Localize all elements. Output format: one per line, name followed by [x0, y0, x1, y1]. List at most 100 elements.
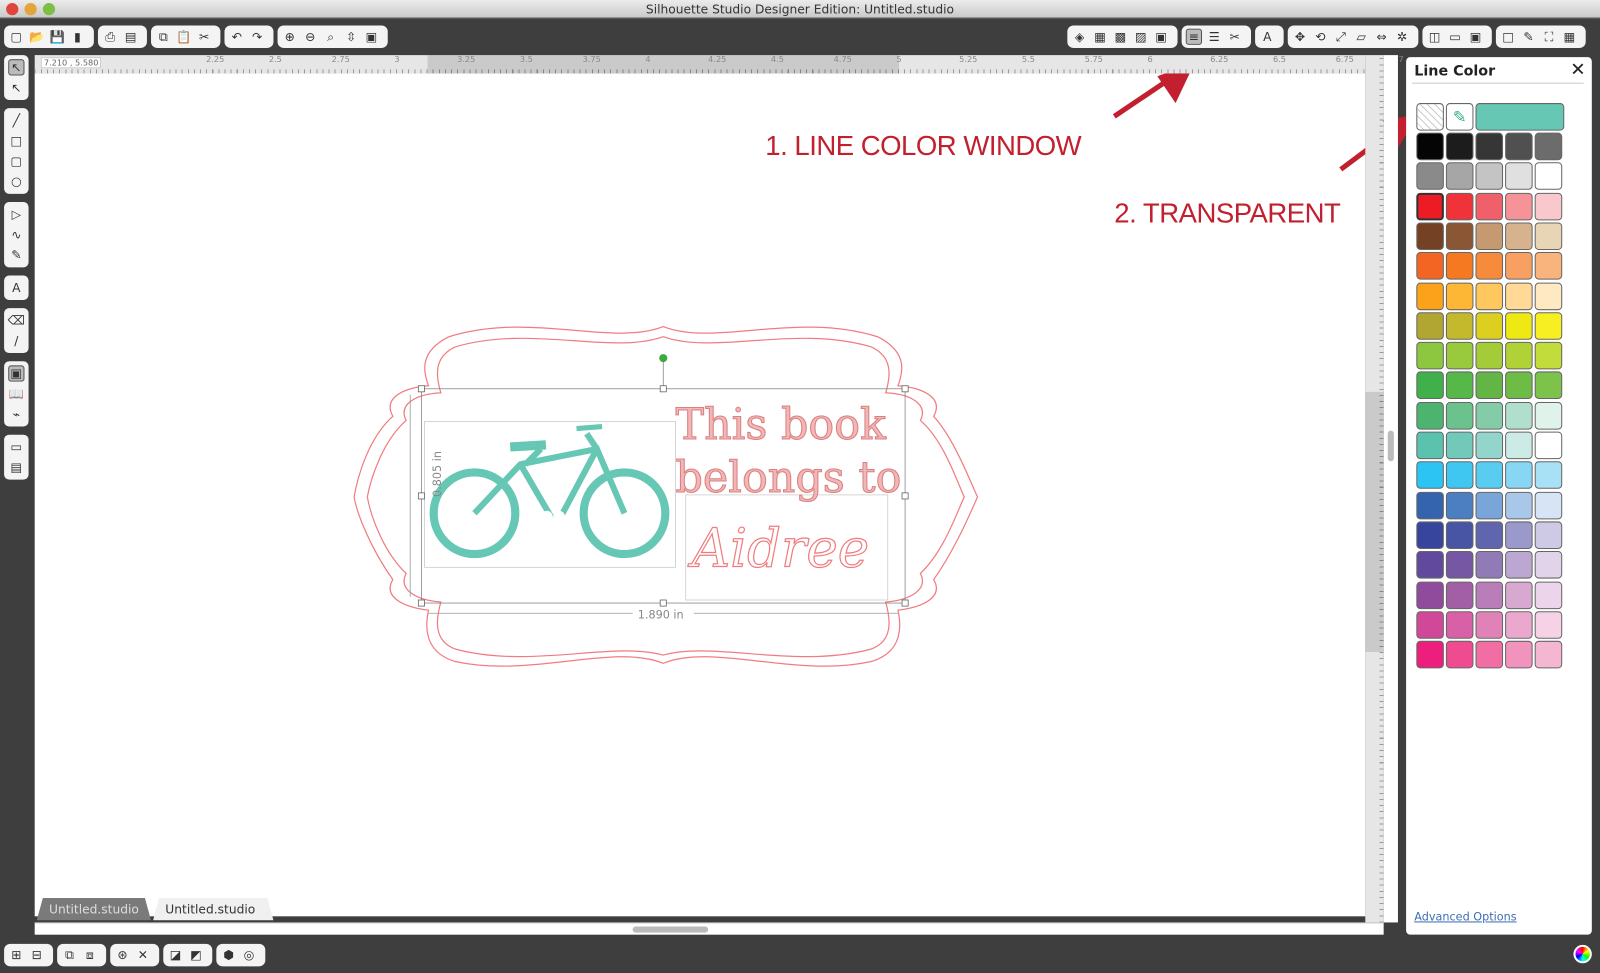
color-swatch[interactable]: [1505, 162, 1533, 191]
zoom-select-icon[interactable]: ⌕: [322, 29, 338, 45]
color-swatch[interactable]: [1416, 551, 1444, 579]
color-swatch[interactable]: [1534, 461, 1563, 490]
tab-untitled-2[interactable]: Untitled.studio ✕: [153, 898, 273, 920]
color-swatch[interactable]: [1505, 401, 1533, 430]
save-to-library-icon[interactable]: ▮: [69, 29, 85, 45]
color-swatch[interactable]: [1416, 521, 1444, 549]
color-swatch[interactable]: [1445, 371, 1474, 400]
color-swatch[interactable]: [1416, 371, 1444, 400]
color-swatch[interactable]: [1416, 611, 1444, 639]
fill-color-icon[interactable]: ◈: [1071, 29, 1087, 45]
color-swatch[interactable]: [1534, 162, 1563, 191]
vertical-scroll-thumb[interactable]: [1387, 430, 1394, 462]
color-swatch[interactable]: [1445, 521, 1474, 549]
compound-icon[interactable]: ⧉: [61, 947, 77, 963]
color-swatch[interactable]: [1416, 162, 1444, 191]
color-swatch[interactable]: [1445, 461, 1474, 490]
horizontal-scroll-thumb[interactable]: [632, 926, 709, 933]
color-swatch[interactable]: [1505, 640, 1533, 669]
replicate-icon[interactable]: ✲: [1394, 29, 1410, 45]
color-swatch[interactable]: [1416, 341, 1444, 370]
color-swatch[interactable]: [1416, 282, 1444, 310]
color-swatch[interactable]: [1445, 252, 1474, 280]
color-swatch[interactable]: [1534, 521, 1563, 549]
new-document-icon[interactable]: ▢: [8, 29, 24, 45]
close-window-button[interactable]: [6, 3, 19, 16]
color-swatch[interactable]: [1534, 252, 1563, 280]
color-swatch[interactable]: [1445, 401, 1474, 430]
line-tool-icon[interactable]: ╱: [8, 112, 24, 128]
ungroup-icon[interactable]: ⊟: [29, 947, 45, 963]
sketch-icon[interactable]: ✎: [1520, 29, 1536, 45]
color-swatch[interactable]: [1475, 222, 1504, 250]
color-swatch[interactable]: [1534, 491, 1563, 519]
color-swatch[interactable]: [1505, 581, 1533, 609]
rectangle-tool-icon[interactable]: □: [8, 133, 24, 149]
color-swatch[interactable]: [1505, 491, 1533, 519]
color-swatch[interactable]: [1505, 431, 1533, 460]
color-swatch[interactable]: [1445, 581, 1474, 609]
color-swatch[interactable]: [1416, 312, 1444, 340]
fill-pattern2-icon[interactable]: ▨: [1133, 29, 1149, 45]
color-swatch[interactable]: [1505, 551, 1533, 579]
color-swatch[interactable]: [1534, 640, 1563, 669]
trace-icon[interactable]: ◫: [1427, 29, 1443, 45]
line-color-icon[interactable]: ≡: [1185, 28, 1203, 45]
panel-icon[interactable]: ▭: [8, 439, 24, 455]
color-swatch[interactable]: [1534, 371, 1563, 400]
color-swatch[interactable]: [1416, 401, 1444, 430]
color-swatch[interactable]: [1445, 431, 1474, 460]
vertical-scrollbar[interactable]: [1383, 55, 1398, 923]
offset-icon[interactable]: ▭: [1447, 29, 1463, 45]
text-tool-icon[interactable]: A: [8, 280, 24, 296]
cut-icon[interactable]: ✂: [196, 29, 212, 45]
color-swatch[interactable]: [1416, 192, 1444, 220]
design-view-icon[interactable]: ▣: [8, 365, 25, 382]
color-swatch[interactable]: [1416, 431, 1444, 460]
page-setup-icon[interactable]: □: [1500, 29, 1516, 45]
color-swatch[interactable]: [1445, 132, 1474, 161]
color-swatch[interactable]: [1505, 312, 1533, 340]
color-swatch[interactable]: [1534, 431, 1563, 460]
color-swatch[interactable]: [1505, 461, 1533, 490]
undo-icon[interactable]: ↶: [229, 29, 245, 45]
color-swatch[interactable]: [1475, 192, 1504, 220]
color-swatch[interactable]: [1445, 491, 1474, 519]
color-swatch[interactable]: [1445, 222, 1474, 250]
color-swatch[interactable]: [1475, 312, 1504, 340]
fit-to-page-icon[interactable]: ▣: [363, 29, 379, 45]
color-swatch[interactable]: [1475, 162, 1504, 191]
color-swatch[interactable]: [1416, 640, 1444, 669]
library-icon[interactable]: 📖: [8, 386, 24, 402]
align-icon[interactable]: ⇔: [1373, 29, 1389, 45]
color-swatch[interactable]: [1416, 491, 1444, 519]
curve-tool-icon[interactable]: ∿: [8, 227, 24, 243]
color-wheel-icon[interactable]: [1573, 944, 1592, 964]
color-swatch[interactable]: [1475, 401, 1504, 430]
color-swatch[interactable]: [1475, 132, 1504, 161]
color-swatch[interactable]: [1534, 282, 1563, 310]
weld-icon[interactable]: ⊛: [114, 947, 130, 963]
color-swatch[interactable]: [1475, 551, 1504, 579]
send-to-silhouette-icon[interactable]: ▤: [122, 29, 138, 45]
panel-close-button[interactable]: ✕: [1570, 59, 1585, 80]
pan-icon[interactable]: ⇳: [343, 29, 359, 45]
select-icon[interactable]: ↖: [8, 59, 25, 76]
color-swatch[interactable]: [1475, 282, 1504, 310]
release-compound-icon[interactable]: ⧈: [82, 947, 98, 963]
grid-icon[interactable]: ▦: [1561, 29, 1577, 45]
color-swatch[interactable]: [1475, 431, 1504, 460]
polygon-tool-icon[interactable]: ▷: [8, 206, 24, 222]
color-swatch[interactable]: [1475, 611, 1504, 639]
color-swatch[interactable]: [1416, 461, 1444, 490]
color-swatch[interactable]: [1505, 611, 1533, 639]
color-swatch[interactable]: [1416, 252, 1444, 280]
registration-icon[interactable]: ◎: [241, 947, 257, 963]
color-swatch[interactable]: [1445, 312, 1474, 340]
color-swatch[interactable]: [1416, 222, 1444, 250]
color-swatch[interactable]: [1475, 581, 1504, 609]
eyedropper-icon[interactable]: ✎: [1445, 103, 1474, 131]
shear-icon[interactable]: ▱: [1353, 29, 1369, 45]
color-swatch[interactable]: [1505, 192, 1533, 220]
color-swatch[interactable]: [1445, 162, 1474, 191]
